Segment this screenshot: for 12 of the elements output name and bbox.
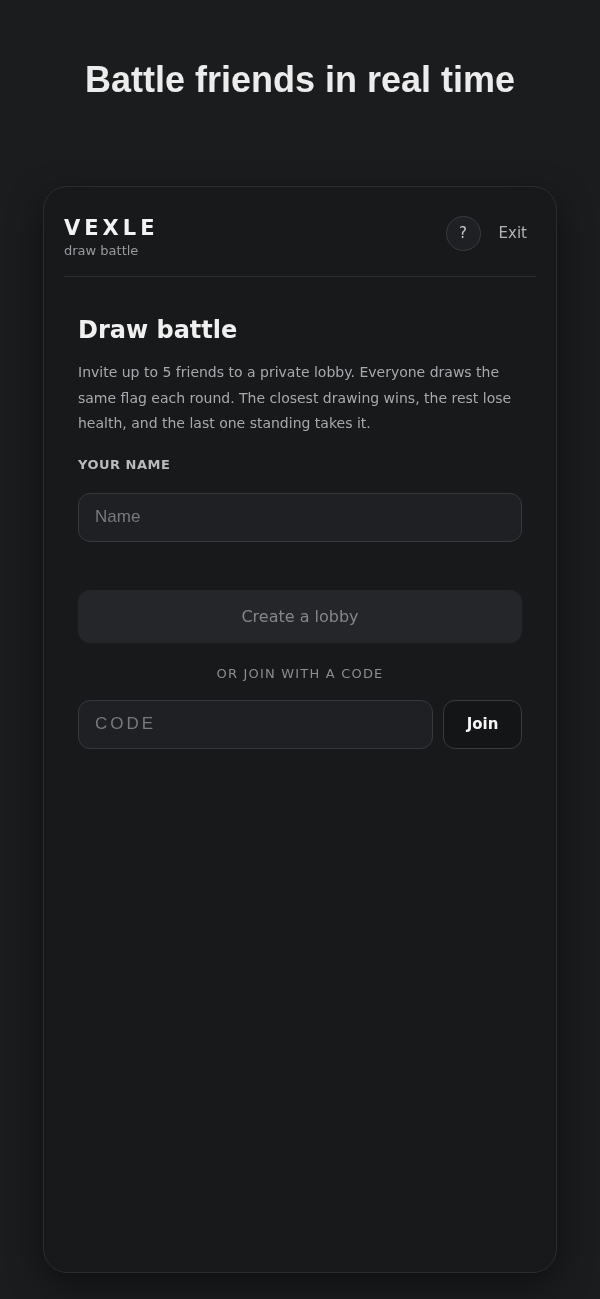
- divider-label: OR JOIN WITH A CODE: [216, 664, 384, 683]
- logo: VEXLE: [64, 215, 159, 242]
- section-title: Draw battle: [78, 315, 239, 346]
- name-field[interactable]: Name: [78, 492, 522, 542]
- join-button[interactable]: Join: [443, 699, 522, 749]
- exit-link[interactable]: Exit: [498, 224, 527, 242]
- description: Invite up to 5 friends to a private lobby. Everyone draws the same flag each round. The closest drawing wins, the rest lose health, and the last one standing takes it.: [78, 363, 513, 433]
- code-field[interactable]: CODE: [78, 699, 433, 749]
- field-label: YOUR NAME: [78, 455, 171, 474]
- help-button[interactable]: ?: [445, 215, 481, 251]
- headline: Battle friends in real time: [84, 59, 516, 101]
- tagline: draw battle: [64, 242, 139, 260]
